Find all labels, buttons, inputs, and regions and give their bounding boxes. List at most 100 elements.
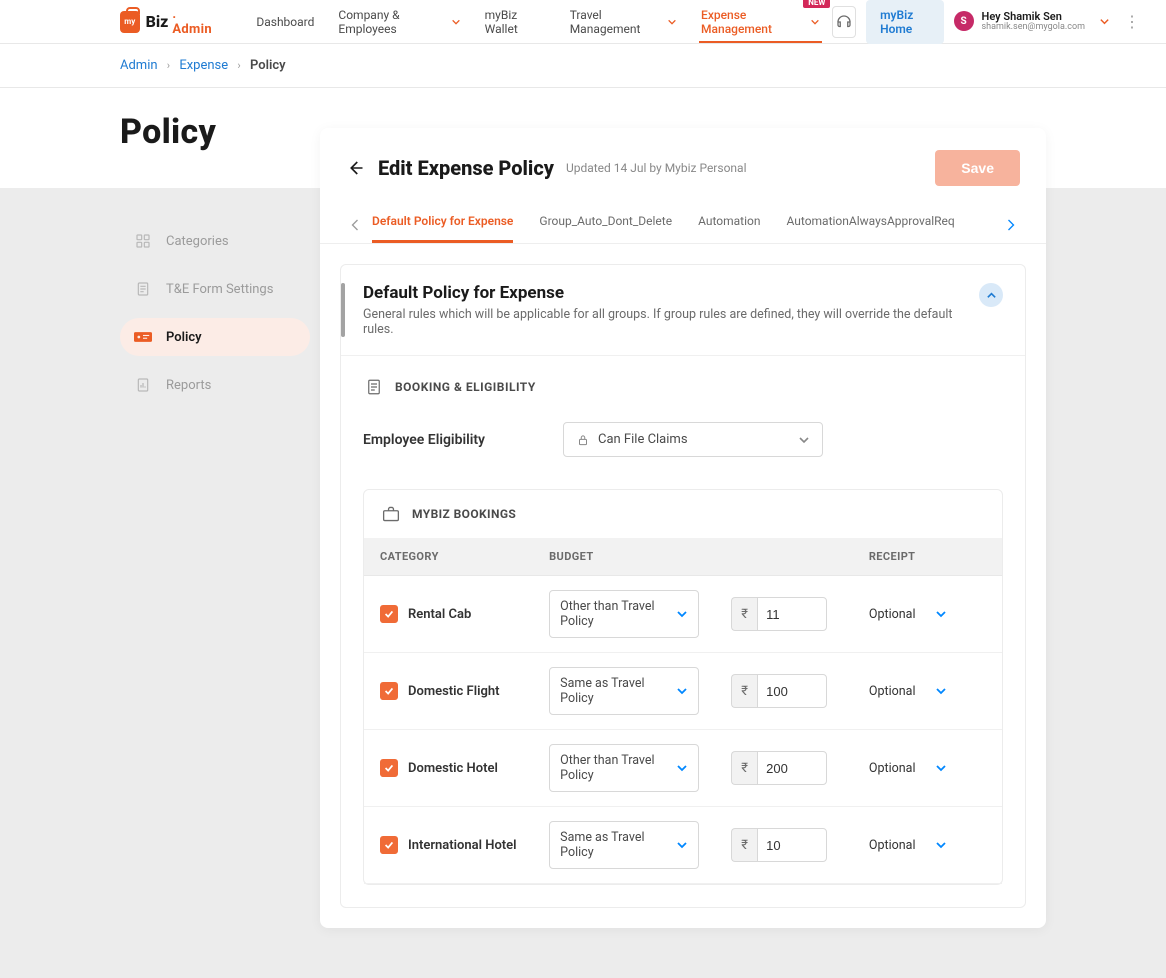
save-button[interactable]: Save <box>935 150 1020 186</box>
chevron-down-icon[interactable] <box>935 608 947 620</box>
mybiz-home-button[interactable]: myBiz Home <box>866 0 943 44</box>
table-row: Domestic Flight Same as Travel Policy ₹ Opt… <box>364 653 1002 730</box>
collapse-toggle[interactable] <box>979 283 1003 307</box>
rupee-icon: ₹ <box>731 597 757 631</box>
budget-select[interactable]: Other than Travel Policy <box>549 744 699 792</box>
breadcrumb-expense[interactable]: Expense <box>179 58 228 73</box>
chevron-down-icon[interactable] <box>935 762 947 774</box>
nav-item-label: Dashboard <box>256 15 314 29</box>
rupee-icon: ₹ <box>731 751 757 785</box>
sidebar: Categories T&E Form Settings Policy Reports <box>120 188 310 414</box>
logo-badge: my <box>120 11 140 33</box>
top-nav: my Biz . Admin Dashboard Company & Employ… <box>0 0 1166 44</box>
tab-group-auto-dont-delete[interactable]: Group_Auto_Dont_Delete <box>539 206 672 243</box>
content-panel: Edit Expense Policy Updated 14 Jul by My… <box>320 128 1046 928</box>
col-budget: BUDGET <box>533 538 715 576</box>
briefcase-icon <box>380 504 402 524</box>
bookings-section-title: MYBIZ BOOKINGS <box>412 507 516 521</box>
table-row: Rental Cab Other than Travel Policy ₹ Optio… <box>364 576 1002 653</box>
sidebar-item-label: Categories <box>166 234 229 249</box>
chevron-down-icon <box>810 17 820 27</box>
chevron-down-icon[interactable] <box>935 685 947 697</box>
avatar: S <box>954 11 974 31</box>
budget-value: Same as Travel Policy <box>560 676 676 706</box>
col-receipt: RECEIPT <box>853 538 1002 576</box>
amount-input[interactable] <box>757 751 827 785</box>
budget-select[interactable]: Other than Travel Policy <box>549 590 699 638</box>
category-label: International Hotel <box>408 838 517 853</box>
table-row: Domestic HotelOther than Travel Policy₹O… <box>364 730 1002 807</box>
sidebar-item-t-e-form-settings[interactable]: T&E Form Settings <box>120 270 310 308</box>
checkbox[interactable] <box>380 836 398 854</box>
budget-select[interactable]: Same as Travel Policy <box>549 667 699 715</box>
logo-suffix: . Admin <box>172 7 214 37</box>
breadcrumb-current: Policy <box>250 58 286 73</box>
chevron-down-icon <box>676 762 688 774</box>
eligibility-label: Employee Eligibility <box>363 432 563 448</box>
amount-input[interactable] <box>757 828 827 862</box>
report-icon <box>134 376 152 394</box>
chevron-down-icon <box>676 839 688 851</box>
checkbox[interactable] <box>380 759 398 777</box>
user-menu[interactable]: S Hey Shamik Sen shamik.sen@mygola.com ⋮ <box>954 11 1146 33</box>
sidebar-item-label: Policy <box>166 330 202 345</box>
chevron-down-icon <box>676 608 688 620</box>
tab-default-policy-for-expense[interactable]: Default Policy for Expense <box>372 206 513 243</box>
sidebar-item-policy[interactable]: Policy <box>120 318 310 356</box>
breadcrumb-admin[interactable]: Admin <box>120 58 158 73</box>
logo[interactable]: my Biz . Admin <box>120 0 214 43</box>
breadcrumb: Admin › Expense › Policy <box>0 44 1166 88</box>
ticket-icon <box>134 328 152 346</box>
grid-icon <box>134 232 152 250</box>
chevron-down-icon[interactable] <box>935 839 947 851</box>
table-row: International Hotel Same as Travel Policy… <box>364 807 1002 884</box>
sidebar-item-reports[interactable]: Reports <box>120 366 310 404</box>
checkbox[interactable] <box>380 605 398 623</box>
tab-automationalwaysapprovalreq[interactable]: AutomationAlwaysApprovalReq <box>787 206 955 243</box>
chevron-down-icon <box>798 434 810 446</box>
back-arrow-icon[interactable] <box>346 159 364 177</box>
nav-item-dashboard[interactable]: Dashboard <box>244 0 326 43</box>
chevron-down-icon <box>1099 16 1110 27</box>
budget-value: Other than Travel Policy <box>560 599 676 629</box>
category-label: Domestic Flight <box>408 684 499 699</box>
nav-item-label: myBiz Wallet <box>485 8 546 36</box>
receipt-value: Optional <box>869 838 916 853</box>
rupee-icon: ₹ <box>731 674 757 708</box>
more-menu-icon[interactable]: ⋮ <box>1124 12 1140 31</box>
chevron-down-icon <box>451 17 461 27</box>
logo-text: Biz <box>146 12 169 31</box>
tab-automation[interactable]: Automation <box>698 206 760 243</box>
nav-item-expense-management[interactable]: Expense ManagementNEW <box>689 0 832 43</box>
tabs-prev-icon[interactable] <box>346 214 364 236</box>
sidebar-item-label: T&E Form Settings <box>166 282 273 297</box>
budget-select[interactable]: Same as Travel Policy <box>549 821 699 869</box>
nav-item-mybiz-wallet[interactable]: myBiz Wallet <box>473 0 558 43</box>
sidebar-item-label: Reports <box>166 378 211 393</box>
support-icon[interactable] <box>832 6 856 38</box>
rupee-icon: ₹ <box>731 828 757 862</box>
eligibility-select[interactable]: Can File Claims <box>563 422 823 457</box>
receipt-value: Optional <box>869 607 916 622</box>
eligibility-value: Can File Claims <box>598 432 798 447</box>
category-label: Domestic Hotel <box>408 761 498 776</box>
chevron-down-icon <box>667 17 677 27</box>
amount-input[interactable] <box>757 674 827 708</box>
card-title: Default Policy for Expense <box>363 283 979 303</box>
checkbox[interactable] <box>380 682 398 700</box>
category-label: Rental Cab <box>408 607 471 622</box>
col-category: CATEGORY <box>364 538 533 576</box>
receipt-value: Optional <box>869 684 916 699</box>
nav-item-travel-management[interactable]: Travel Management <box>558 0 689 43</box>
budget-value: Other than Travel Policy <box>560 753 676 783</box>
nav-item-company-employees[interactable]: Company & Employees <box>326 0 472 43</box>
panel-title: Edit Expense Policy <box>378 156 554 180</box>
user-email: shamik.sen@mygola.com <box>982 23 1085 33</box>
booking-section-title: BOOKING & ELIGIBILITY <box>395 380 536 394</box>
sidebar-item-categories[interactable]: Categories <box>120 222 310 260</box>
nav-item-label: Company & Employees <box>338 8 445 36</box>
amount-input[interactable] <box>757 597 827 631</box>
tabs-next-icon[interactable] <box>1002 214 1020 236</box>
panel-subtitle: Updated 14 Jul by Mybiz Personal <box>566 161 747 175</box>
form-icon <box>134 280 152 298</box>
